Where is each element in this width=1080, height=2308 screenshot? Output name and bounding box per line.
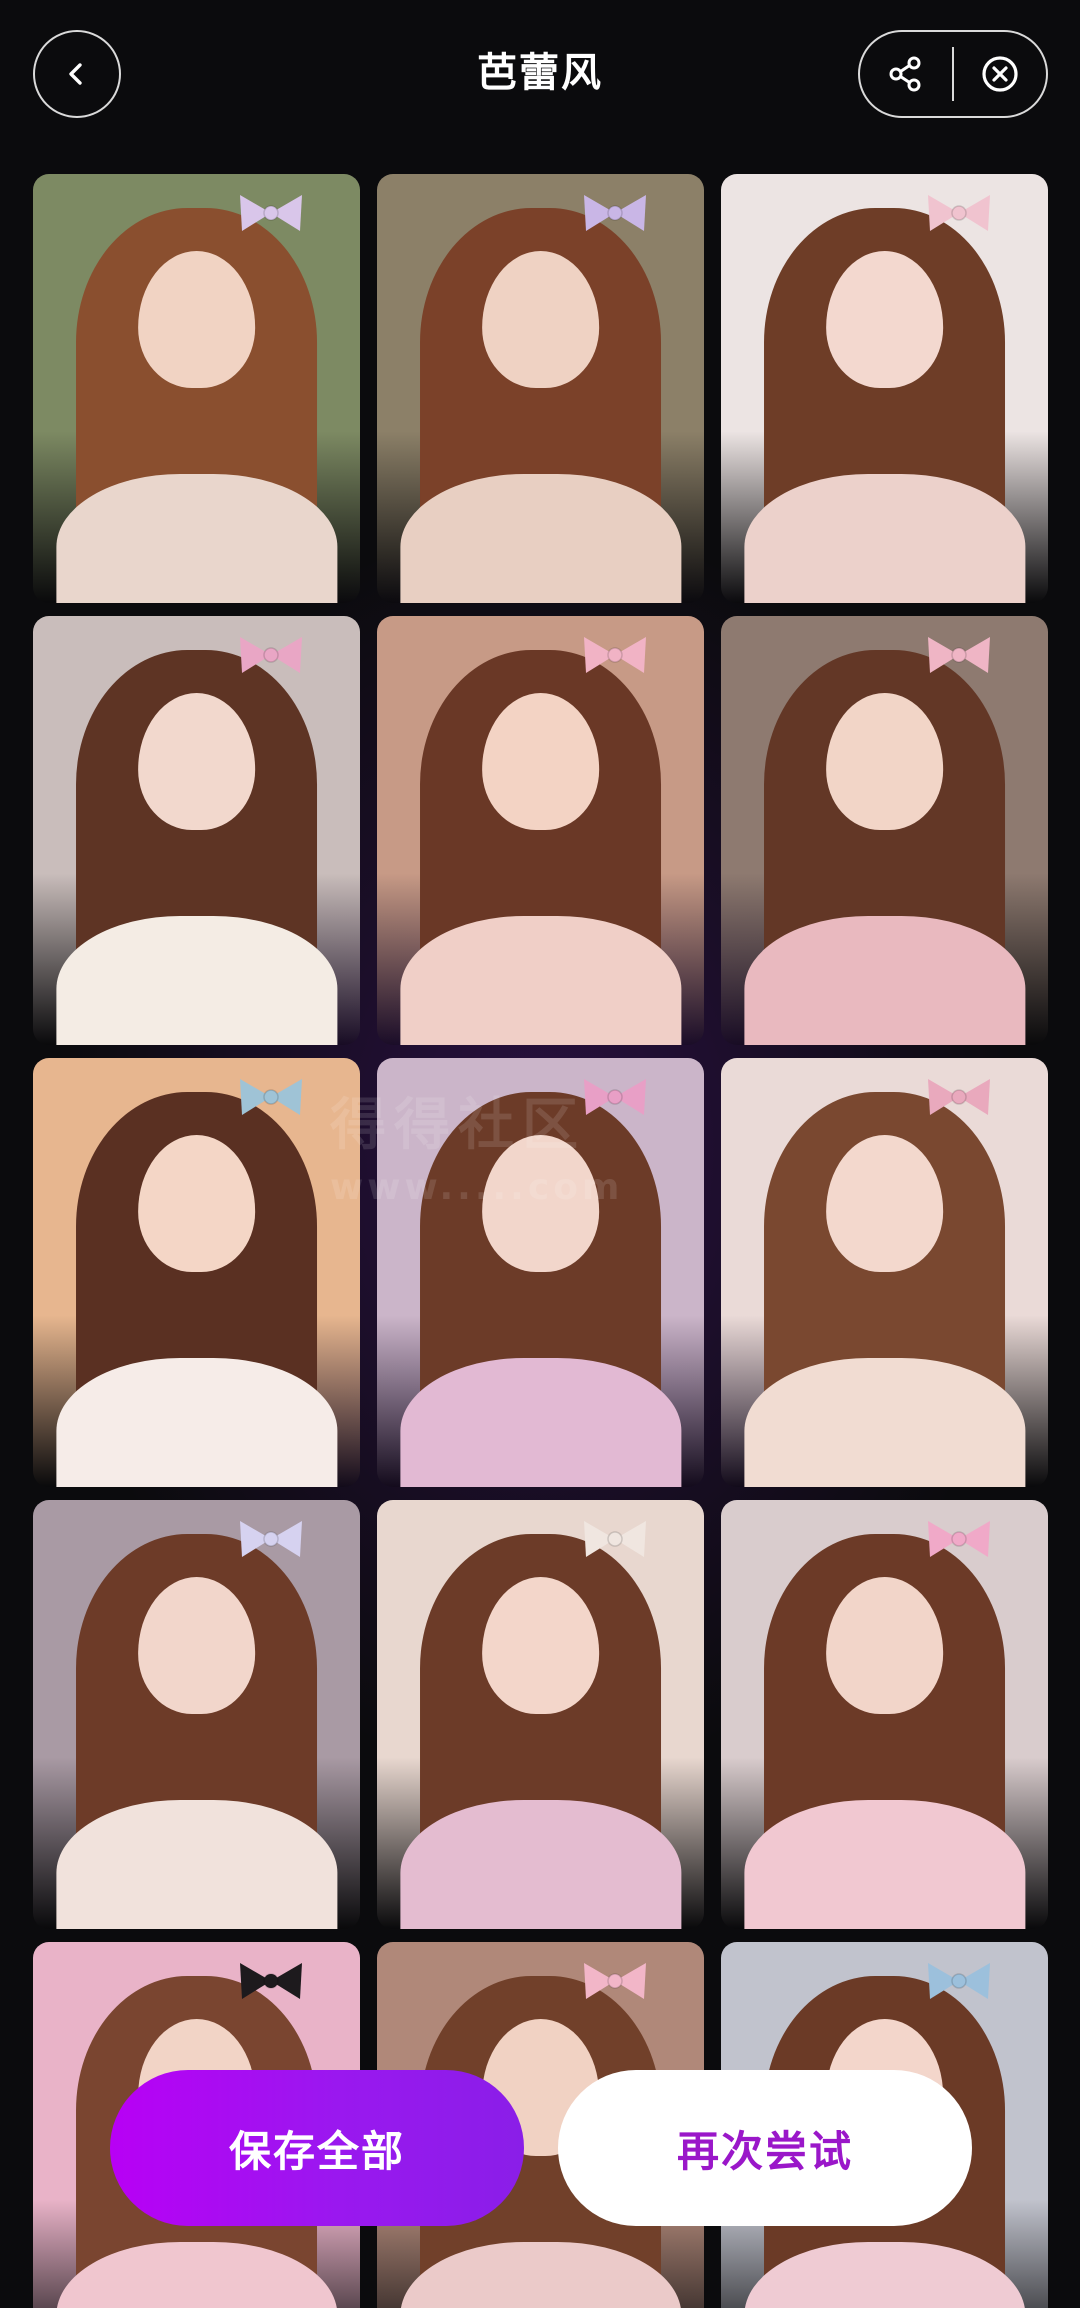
hair-bow-icon bbox=[239, 1521, 302, 1558]
close-button[interactable] bbox=[954, 32, 1046, 116]
portrait-body bbox=[743, 916, 1026, 1045]
hair-bow-icon bbox=[583, 1521, 646, 1558]
header-actions-capsule bbox=[858, 30, 1048, 118]
portrait-face bbox=[481, 1135, 600, 1273]
close-circle-icon bbox=[982, 56, 1018, 92]
hair-bow-icon bbox=[239, 1079, 302, 1116]
gallery-image-tile[interactable] bbox=[377, 1500, 704, 1929]
hair-bow-icon bbox=[239, 195, 302, 232]
gallery-image-tile[interactable] bbox=[33, 1500, 360, 1929]
portrait-face bbox=[481, 693, 600, 831]
gallery-image-tile[interactable] bbox=[721, 616, 1048, 1045]
portrait-face bbox=[137, 1577, 256, 1715]
gallery-image-tile[interactable] bbox=[33, 174, 360, 603]
image-gallery-grid bbox=[33, 174, 1049, 2308]
result-page: 芭蕾风 得得社区 ww bbox=[0, 0, 1080, 2308]
hair-bow-icon bbox=[927, 1963, 990, 2000]
gallery-image-tile[interactable] bbox=[721, 1058, 1048, 1487]
portrait-body bbox=[743, 1358, 1026, 1487]
portrait-body bbox=[399, 1358, 682, 1487]
hair-bow-icon bbox=[927, 195, 990, 232]
gallery-image-tile[interactable] bbox=[377, 616, 704, 1045]
save-all-button[interactable]: 保存全部 bbox=[110, 2070, 524, 2226]
gallery-image-tile[interactable] bbox=[33, 616, 360, 1045]
hair-bow-icon bbox=[239, 637, 302, 674]
portrait-body bbox=[55, 1800, 338, 1929]
gallery-image-tile[interactable] bbox=[377, 1058, 704, 1487]
gallery-image-tile[interactable] bbox=[33, 1058, 360, 1487]
portrait-face bbox=[825, 1577, 944, 1715]
portrait-body bbox=[55, 474, 338, 603]
retry-button[interactable]: 再次尝试 bbox=[558, 2070, 972, 2226]
portrait-face bbox=[825, 693, 944, 831]
portrait-face bbox=[137, 1135, 256, 1273]
hair-bow-icon bbox=[583, 195, 646, 232]
header-bar: 芭蕾风 bbox=[0, 0, 1080, 150]
portrait-body bbox=[743, 474, 1026, 603]
portrait-body bbox=[55, 916, 338, 1045]
hair-bow-icon bbox=[927, 1079, 990, 1116]
share-button[interactable] bbox=[860, 32, 952, 116]
portrait-body bbox=[55, 1358, 338, 1487]
portrait-face bbox=[481, 1577, 600, 1715]
hair-bow-icon bbox=[583, 1079, 646, 1116]
hair-bow-icon bbox=[583, 637, 646, 674]
portrait-face bbox=[825, 251, 944, 389]
portrait-face bbox=[481, 251, 600, 389]
hair-bow-icon bbox=[239, 1963, 302, 2000]
portrait-face bbox=[137, 251, 256, 389]
portrait-body bbox=[399, 1800, 682, 1929]
portrait-body bbox=[399, 474, 682, 603]
gallery-image-tile[interactable] bbox=[721, 174, 1048, 603]
hair-bow-icon bbox=[583, 1963, 646, 2000]
gallery-image-tile[interactable] bbox=[721, 1500, 1048, 1929]
share-icon bbox=[889, 56, 921, 92]
gallery-image-tile[interactable] bbox=[377, 174, 704, 603]
portrait-body bbox=[399, 916, 682, 1045]
portrait-face bbox=[825, 1135, 944, 1273]
hair-bow-icon bbox=[927, 1521, 990, 1558]
hair-bow-icon bbox=[927, 637, 990, 674]
portrait-body bbox=[743, 1800, 1026, 1929]
portrait-face bbox=[137, 693, 256, 831]
